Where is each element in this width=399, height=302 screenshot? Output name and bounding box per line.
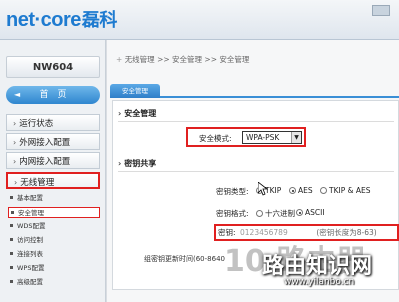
model-label: NW604 bbox=[6, 56, 100, 78]
sub-item-advanced[interactable]: 高级配置 bbox=[8, 277, 100, 288]
chevron-right-icon: › bbox=[13, 138, 17, 147]
top-header: net·core磊科 bbox=[0, 0, 399, 40]
section-security-title: › 安全管理 bbox=[118, 109, 157, 118]
tab-security[interactable]: 安全管理 bbox=[110, 84, 160, 98]
chevron-right-icon: › bbox=[13, 119, 17, 128]
bullet-icon bbox=[10, 224, 13, 227]
security-mode-select[interactable]: WPA-PSK ▼ bbox=[242, 131, 302, 144]
key-format-label: 密钥格式: bbox=[216, 209, 249, 218]
divider bbox=[118, 171, 394, 172]
sub-item-basic[interactable]: 基本配置 bbox=[8, 193, 100, 204]
sub-item-security[interactable]: 安全管理 bbox=[8, 207, 100, 218]
bullet-icon bbox=[10, 196, 13, 199]
key-format-ascii-radio[interactable]: ASCII bbox=[296, 208, 325, 217]
chevron-right-icon: › bbox=[118, 109, 122, 118]
chevron-right-icon: › bbox=[118, 159, 122, 168]
group-key-update-label: 组密钥更新时间(60-8640 bbox=[144, 255, 225, 263]
bullet-icon bbox=[11, 211, 14, 214]
sub-item-access-control[interactable]: 访问控制 bbox=[8, 235, 100, 246]
chevron-right-icon: › bbox=[13, 157, 17, 166]
divider bbox=[118, 121, 394, 122]
bullet-icon bbox=[10, 280, 13, 283]
window-button[interactable] bbox=[372, 5, 390, 16]
chevron-down-icon: ▼ bbox=[291, 132, 301, 143]
bullet-icon bbox=[10, 266, 13, 269]
sidebar-item-lan[interactable]: › 内网接入配置 bbox=[6, 152, 100, 169]
key-type-label: 密钥类型: bbox=[216, 187, 249, 196]
sub-item-connection-list[interactable]: 连接列表 bbox=[8, 249, 100, 260]
section-keyshare-title: › 密钥共享 bbox=[118, 159, 157, 168]
breadcrumb: + 无线管理 >> 安全管理 >> 安全管理 bbox=[116, 55, 250, 64]
sidebar-item-wireless[interactable]: › 无线管理 bbox=[6, 172, 100, 189]
radio-icon bbox=[256, 210, 263, 217]
radio-icon bbox=[320, 187, 327, 194]
watermark-text: 路由知识网 bbox=[262, 254, 373, 279]
security-mode-label: 安全模式: bbox=[199, 134, 232, 143]
home-label: 首 页 bbox=[39, 90, 67, 100]
watermark-url: www.yilanbo.cn bbox=[284, 277, 355, 287]
key-type-aes-radio[interactable]: AES bbox=[289, 186, 313, 195]
radio-selected-icon bbox=[289, 187, 296, 194]
key-format-hex-radio[interactable]: 十六进制 bbox=[256, 208, 295, 219]
netcore-logo: net·core磊科 bbox=[6, 9, 117, 31]
sub-item-wps[interactable]: WPS配置 bbox=[8, 263, 100, 274]
key-type-tkip-aes-radio[interactable]: TKIP & AES bbox=[320, 186, 370, 195]
sub-item-wds[interactable]: WDS配置 bbox=[8, 221, 100, 232]
home-button[interactable]: ◄ 首 页 bbox=[6, 86, 100, 104]
breadcrumb-icon: + bbox=[116, 55, 123, 64]
radio-selected-icon bbox=[296, 209, 303, 216]
chevron-right-icon: ◄ bbox=[14, 90, 21, 99]
sidebar-item-status[interactable]: › 运行状态 bbox=[6, 114, 100, 131]
sidebar-item-wan[interactable]: › 外网接入配置 bbox=[6, 133, 100, 150]
bullet-icon bbox=[10, 238, 13, 241]
bullet-icon bbox=[10, 252, 13, 255]
chevron-right-icon: › bbox=[14, 178, 18, 187]
